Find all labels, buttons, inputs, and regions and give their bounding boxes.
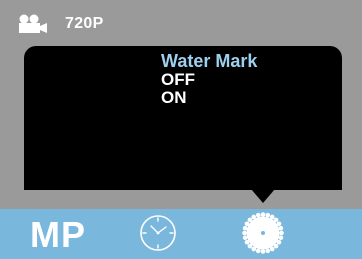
- menu-title: Water Mark: [161, 51, 258, 71]
- status-bar: 720P: [0, 0, 362, 46]
- clock-icon[interactable]: [138, 213, 178, 253]
- selection-pointer: [251, 189, 275, 203]
- watermark-menu: Water Mark OFF ON: [24, 46, 342, 190]
- video-camera-icon: [19, 14, 47, 33]
- megapixel-mode-button[interactable]: MP: [30, 217, 86, 253]
- settings-gear-icon[interactable]: [242, 212, 284, 254]
- menu-option-off[interactable]: OFF: [161, 71, 257, 89]
- menu-option-on[interactable]: ON: [161, 89, 257, 107]
- menu-list: Water Mark OFF ON: [161, 52, 257, 107]
- resolution-label: 720P: [65, 15, 104, 32]
- mode-bar: MP: [0, 209, 362, 259]
